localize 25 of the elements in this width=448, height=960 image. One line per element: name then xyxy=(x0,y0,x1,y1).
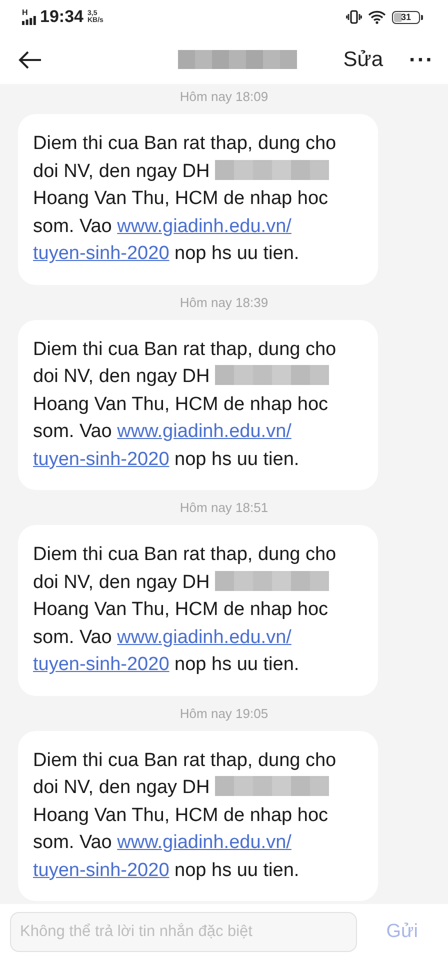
message-timestamp: Hôm nay 18:09 xyxy=(180,88,268,106)
link[interactable]: tuyen-sinh-2020 xyxy=(33,654,170,676)
vibrate-icon xyxy=(346,10,362,24)
message-text: Diem thi cua Ban rat thap, dung cho doi NV, den ngay DH Hoang Van Thu, HCM de nhap hoc som. Vao www.giadinh.edu.vn/ tuyen-sinh-2020 nop hs uu tien. xyxy=(33,338,338,472)
battery-icon: 31 xyxy=(392,10,420,24)
link[interactable]: www.giadinh.edu.vn/ xyxy=(117,832,292,854)
link[interactable]: www.giadinh.edu.vn/ xyxy=(117,421,292,442)
wifi-icon xyxy=(368,10,386,24)
back-button[interactable] xyxy=(18,48,44,71)
message-text: Diem thi cua Ban rat thap, dung cho doi NV, den ngay DH Hoang Van Thu, HCM de nhap hoc som. Vao www.giadinh.edu.vn/ tuyen-sinh-2020 nop hs uu tien. xyxy=(33,543,338,678)
message-text: Diem thi cua Ban rat thap, dung cho doi NV, den ngay DH Hoang Van Thu, HCM de nhap hoc som. Vao www.giadinh.edu.vn/ tuyen-sinh-2020 nop hs uu tien. xyxy=(33,132,338,266)
link[interactable]: www.giadinh.edu.vn/ xyxy=(117,626,292,648)
more-button[interactable]: ··· xyxy=(409,46,434,73)
link[interactable]: tuyen-sinh-2020 xyxy=(33,448,170,470)
message-timestamp: Hôm nay 19:05 xyxy=(180,704,268,723)
signal-icon xyxy=(22,16,36,26)
clock-time: 19:34 xyxy=(40,7,84,28)
message-timestamp: Hôm nay 18:39 xyxy=(180,294,268,312)
edit-button[interactable]: Sửa xyxy=(343,48,384,72)
link[interactable]: tuyen-sinh-2020 xyxy=(33,243,170,264)
link[interactable]: tuyen-sinh-2020 xyxy=(33,860,170,881)
network-type: H xyxy=(22,9,28,18)
message-timestamp: Hôm nay 18:51 xyxy=(180,499,268,518)
message-text: Diem thi cua Ban rat thap, dung cho doi NV, den ngay DH Hoang Van Thu, HCM de nhap hoc som. Vao www.giadinh.edu.vn/ tuyen-sinh-2020 nop hs uu tien. xyxy=(33,748,338,883)
link[interactable]: www.giadinh.edu.vn/ xyxy=(117,216,292,237)
